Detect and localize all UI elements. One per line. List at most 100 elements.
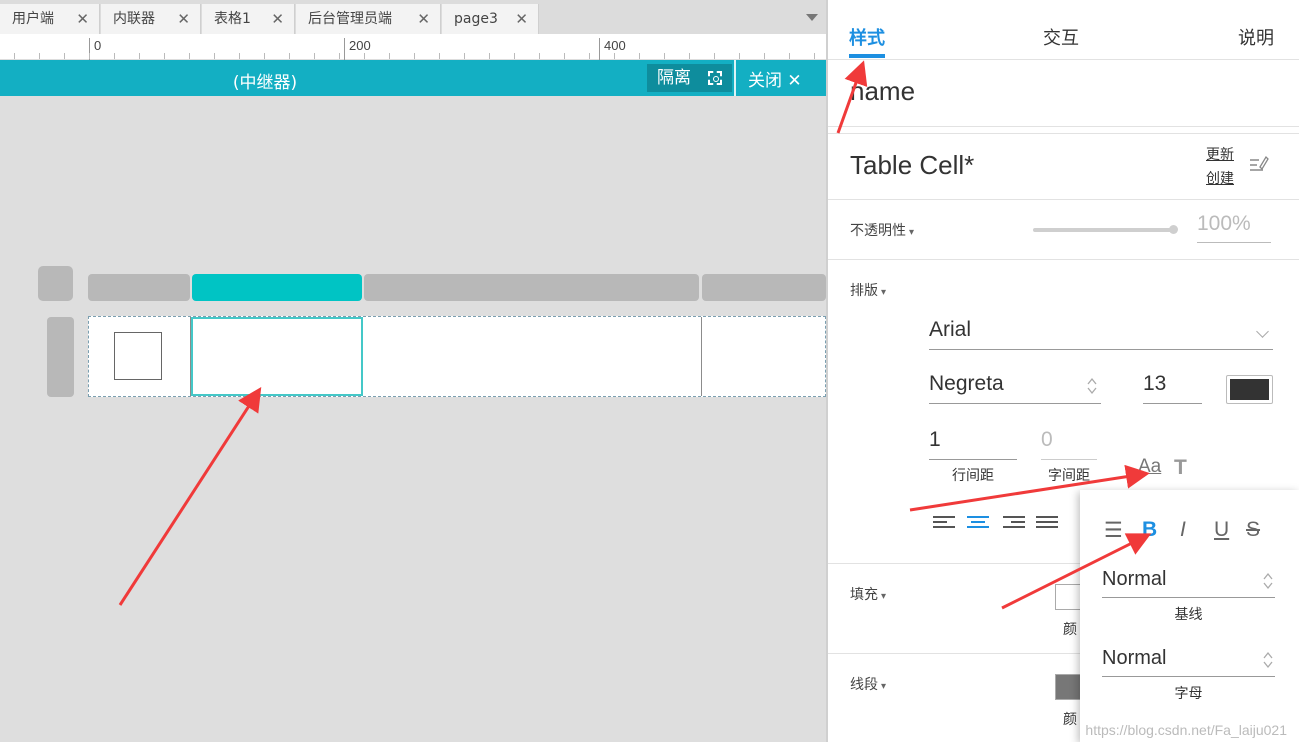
caret-down-icon: ▾ <box>909 227 915 238</box>
letter-case-value: Normal <box>1102 647 1167 669</box>
table-cell-selected[interactable] <box>191 317 363 396</box>
opacity-label[interactable]: 不透明性 ▾ <box>850 220 914 240</box>
text-shadow-icon[interactable]: T <box>1174 456 1187 480</box>
fill-color-label: 颜 <box>1063 622 1077 638</box>
underline-icon[interactable]: U <box>1214 518 1229 542</box>
close-icon[interactable]: ✕ <box>271 4 284 34</box>
checkbox[interactable] <box>114 332 162 380</box>
ruler-minor-tick <box>164 53 165 59</box>
close-icon[interactable]: ✕ <box>515 4 528 34</box>
ruler-minor-tick <box>514 53 515 59</box>
align-right-icon[interactable] <box>1003 516 1025 532</box>
chevron-down-icon <box>1256 325 1269 338</box>
column-header[interactable] <box>364 274 699 301</box>
ruler-minor-tick <box>414 53 415 59</box>
opacity-label-text: 不透明性 <box>850 223 906 239</box>
row-handle[interactable] <box>47 317 74 397</box>
char-spacing-label: 字间距 <box>1048 468 1090 484</box>
font-family-select[interactable]: Arial <box>929 318 1273 350</box>
opacity-input[interactable]: 100% <box>1197 212 1271 243</box>
ruler-major-tick <box>599 38 600 60</box>
ruler-minor-tick <box>64 53 65 59</box>
tab-inline-frame[interactable]: 内联器 ✕ <box>101 4 201 34</box>
letter-case-select[interactable]: Normal <box>1102 647 1275 677</box>
font-weight-select[interactable]: Negreta <box>929 372 1101 404</box>
isolate-label: 隔离 <box>657 68 691 88</box>
divider <box>828 199 1299 200</box>
ruler-minor-tick <box>539 53 540 59</box>
bold-icon[interactable]: B <box>1142 518 1157 542</box>
edit-style-icon[interactable] <box>1249 155 1269 173</box>
ruler-label: 0 <box>94 38 102 53</box>
close-icon[interactable]: ✕ <box>177 4 190 34</box>
ruler-minor-tick <box>664 53 665 59</box>
tab-admin-side[interactable]: 后台管理员端 ✕ <box>296 4 441 34</box>
ruler-minor-tick <box>564 53 565 59</box>
close-icon[interactable]: ✕ <box>76 4 89 34</box>
divider <box>828 259 1299 260</box>
ruler-minor-tick <box>314 53 315 59</box>
close-edit-button[interactable]: 关闭 ✕ <box>748 66 802 91</box>
ruler-minor-tick <box>639 53 640 59</box>
isolate-button[interactable]: 隔离 <box>647 64 732 92</box>
fill-label[interactable]: 填充 ▾ <box>850 584 886 604</box>
ruler-minor-tick <box>464 53 465 59</box>
tab-user-side[interactable]: 用户端 ✕ <box>0 4 100 34</box>
focus-icon <box>708 71 722 85</box>
table-select-all-handle[interactable] <box>38 266 73 301</box>
ruler-minor-tick <box>714 53 715 59</box>
tab-style[interactable]: 样式 <box>849 24 885 50</box>
repeater-title: (中继器) <box>232 73 298 93</box>
opacity-slider[interactable] <box>1033 228 1173 232</box>
ruler-minor-tick <box>114 53 115 59</box>
strikethrough-icon[interactable]: S <box>1246 518 1260 542</box>
line-color-swatch[interactable] <box>1055 674 1083 700</box>
text-options-icon[interactable]: Aa <box>1138 456 1161 478</box>
update-style-link[interactable]: 更新 <box>1206 144 1234 164</box>
bullet-list-icon[interactable]: ☰ <box>1104 518 1123 543</box>
ruler-minor-tick <box>389 53 390 59</box>
create-style-link[interactable]: 创建 <box>1206 168 1234 188</box>
ruler-minor-tick <box>739 53 740 59</box>
ruler-minor-tick <box>139 53 140 59</box>
align-justify-icon[interactable] <box>1036 516 1058 532</box>
line-label-text: 线段 <box>850 677 878 693</box>
widget-name-field[interactable]: name <box>850 76 915 107</box>
ruler-minor-tick <box>289 53 290 59</box>
style-name[interactable]: Table Cell* <box>850 150 974 181</box>
close-icon[interactable]: ✕ <box>417 4 430 34</box>
tab-page3[interactable]: page3 ✕ <box>442 4 539 34</box>
ruler-minor-tick <box>364 53 365 59</box>
line-spacing-input[interactable]: 1 <box>929 428 1017 460</box>
baseline-select[interactable]: Normal <box>1102 568 1275 598</box>
typography-label[interactable]: 排版 ▾ <box>850 280 886 300</box>
column-header-selected[interactable] <box>192 274 362 301</box>
document-tab-bar: 用户端 ✕ 内联器 ✕ 表格1 ✕ 后台管理员端 ✕ page3 ✕ <box>0 0 826 34</box>
design-canvas[interactable] <box>0 96 826 742</box>
tab-table1[interactable]: 表格1 ✕ <box>202 4 295 34</box>
font-size-input[interactable]: 13 <box>1143 372 1202 404</box>
italic-icon[interactable]: I <box>1180 518 1186 542</box>
line-label[interactable]: 线段 ▾ <box>850 674 886 694</box>
align-left-icon[interactable] <box>933 516 955 532</box>
tab-interaction[interactable]: 交互 <box>1043 24 1079 50</box>
watermark: https://blog.csdn.net/Fa_laiju021 <box>1085 722 1287 738</box>
spinner-icon <box>1263 572 1273 590</box>
tab-list-dropdown-icon[interactable] <box>806 14 818 21</box>
font-color-picker[interactable] <box>1226 375 1273 404</box>
table-row[interactable] <box>88 316 826 397</box>
align-center-icon[interactable] <box>967 516 989 532</box>
line-spacing-label: 行间距 <box>952 468 994 484</box>
repeater-edit-bar: (中继器) 隔离 关闭 ✕ <box>0 60 826 96</box>
char-spacing-input[interactable]: 0 <box>1041 428 1097 460</box>
ruler-minor-tick <box>214 53 215 59</box>
column-header[interactable] <box>702 274 826 301</box>
ruler-minor-tick <box>339 53 340 59</box>
column-header[interactable] <box>88 274 190 301</box>
letter-case-label: 字母 <box>1174 686 1203 702</box>
opacity-slider-thumb[interactable] <box>1169 225 1178 234</box>
tab-label: 表格1 <box>214 11 251 27</box>
ruler-label: 400 <box>604 38 626 53</box>
tab-notes[interactable]: 说明 <box>1238 24 1274 50</box>
fill-color-swatch[interactable] <box>1055 584 1083 610</box>
